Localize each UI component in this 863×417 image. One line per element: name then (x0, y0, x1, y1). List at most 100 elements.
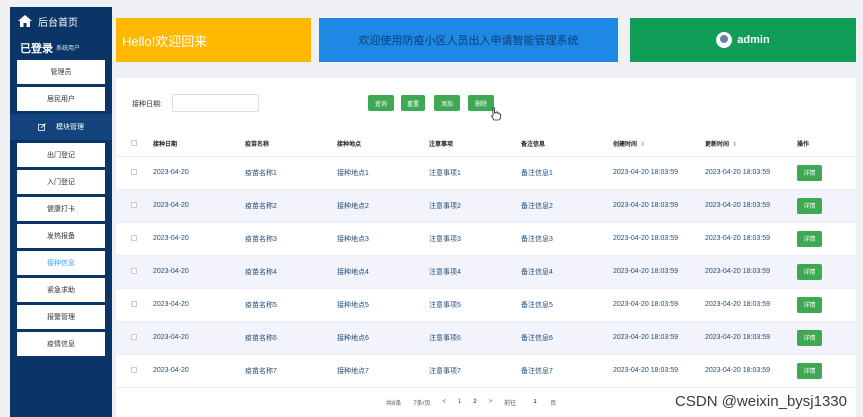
row-checkbox[interactable] (131, 268, 137, 275)
cell-created-time: 2023-04-20 18:03:59 (613, 156, 705, 190)
cell-notes: 注意事项7 (429, 354, 521, 388)
welcome-banner: 欢迎使用防疫小区人员出入申请智能管理系统 (319, 18, 618, 62)
home-label: 后台首页 (38, 17, 78, 29)
prev-page-button[interactable]: < (442, 399, 446, 405)
table-row: 2023-04-20 疫苗名称2 接种地点2 注意事项2 备注信息2 2023-04-20… (116, 189, 856, 223)
detail-button[interactable]: 详情 (797, 197, 822, 214)
sidebar-item-fever-report[interactable]: 发热报备 (17, 224, 105, 248)
sidebar-item-admin[interactable]: 管理员 (17, 60, 105, 84)
col-vaccination-date: 接种日期 (153, 131, 245, 157)
sidebar-group-modules[interactable]: 模块管理 (10, 114, 112, 140)
sidebar-item-health-checkin[interactable]: 健康打卡 (17, 197, 105, 221)
cell-vaccination-date: 2023-04-20 (153, 354, 245, 388)
row-checkbox[interactable] (131, 301, 137, 308)
row-checkbox[interactable] (131, 169, 137, 176)
sidebar-group-label: 模块管理 (56, 124, 84, 131)
cell-updated-time: 2023-04-20 18:03:59 (705, 255, 797, 289)
cell-vaccination-date: 2023-04-20 (153, 156, 245, 190)
sidebar-item-alarm[interactable]: 报警管理 (17, 305, 105, 329)
detail-button[interactable]: 详情 (797, 164, 822, 181)
sidebar-item-epidemic[interactable]: 疫情信息 (17, 332, 105, 356)
cell-updated-time: 2023-04-20 18:03:59 (705, 321, 797, 355)
cell-notes: 注意事项3 (429, 222, 521, 256)
row-checkbox[interactable] (131, 235, 137, 242)
table-row: 2023-04-20 疫苗名称3 接种地点3 注意事项3 备注信息3 2023-04-20… (116, 222, 856, 256)
detail-button[interactable]: 详情 (797, 296, 822, 313)
detail-button[interactable]: 详情 (797, 263, 822, 280)
user-role: 系统用户 (56, 46, 81, 52)
select-all-checkbox[interactable] (131, 139, 137, 146)
sidebar-home-link[interactable]: 后台首页 (10, 7, 112, 35)
cell-vaccination-date: 2023-04-20 (153, 321, 245, 355)
cell-vaccination-date: 2023-04-20 (153, 189, 245, 223)
cell-created-time: 2023-04-20 18:03:59 (613, 189, 705, 223)
page-2-button[interactable]: 2 (473, 399, 476, 405)
pagination: 共8条 7条/页 < 1 2 > 前往 页 (386, 395, 568, 409)
goto-page-input[interactable] (528, 396, 543, 408)
add-button[interactable]: 添加 (434, 95, 460, 111)
admin-banner[interactable]: admin (630, 18, 856, 62)
page-unit: 页 (550, 400, 557, 407)
cell-remarks: 备注信息2 (521, 189, 613, 223)
col-created-label: 创建时间 (613, 141, 638, 148)
cell-location: 接种地点6 (337, 321, 429, 355)
hello-banner: Hello!欢迎回来 (116, 18, 311, 62)
row-checkbox[interactable] (131, 334, 137, 341)
cell-remarks: 备注信息3 (521, 222, 613, 256)
sidebar: 后台首页 已登录 系统用户 管理员 居民用户 模块管理 出门登记 入门登记 健康… (10, 7, 112, 417)
col-updated-time[interactable]: 更新时间 ⇕ (705, 131, 797, 157)
edit-icon (38, 123, 46, 131)
query-button[interactable]: 查询 (368, 95, 394, 111)
cell-vaccine-name: 疫苗名称1 (245, 156, 337, 190)
col-vaccine-name: 疫苗名称 (245, 131, 337, 157)
cell-remarks: 备注信息6 (521, 321, 613, 355)
row-checkbox[interactable] (131, 367, 137, 374)
hello-text: Hello!欢迎回来 (122, 33, 208, 49)
row-checkbox[interactable] (131, 202, 137, 209)
col-location: 接种地点 (337, 131, 429, 157)
vaccination-date-input[interactable] (172, 94, 259, 112)
sidebar-item-entry-register[interactable]: 入门登记 (17, 170, 105, 194)
cell-vaccination-date: 2023-04-20 (153, 288, 245, 322)
sidebar-item-emergency[interactable]: 紧急求助 (17, 278, 105, 302)
sidebar-item-exit-register[interactable]: 出门登记 (17, 143, 105, 167)
cell-location: 接种地点2 (337, 189, 429, 223)
cell-location: 接种地点4 (337, 255, 429, 289)
cell-notes: 注意事项4 (429, 255, 521, 289)
admin-name: admin (737, 34, 770, 46)
sidebar-item-vaccination[interactable]: 接种信息 (17, 251, 105, 275)
user-info: 已登录 系统用户 (10, 35, 112, 60)
table-row: 2023-04-20 疫苗名称4 接种地点4 注意事项4 备注信息4 2023-04-20… (116, 255, 856, 289)
cell-notes: 注意事项2 (429, 189, 521, 223)
table-body: 2023-04-20 疫苗名称1 接种地点1 注意事项1 备注信息1 2023-04-20… (116, 156, 856, 388)
cell-updated-time: 2023-04-20 18:03:59 (705, 189, 797, 223)
page-size-select[interactable]: 7条/页 (413, 398, 430, 407)
cell-remarks: 备注信息4 (521, 255, 613, 289)
table-row: 2023-04-20 疫苗名称6 接种地点6 注意事项6 备注信息6 2023-04-20… (116, 321, 856, 355)
sidebar-item-residents[interactable]: 居民用户 (17, 87, 105, 111)
cell-vaccination-date: 2023-04-20 (153, 222, 245, 256)
detail-button[interactable]: 详情 (797, 329, 822, 346)
cell-notes: 注意事项1 (429, 156, 521, 190)
cell-location: 接种地点5 (337, 288, 429, 322)
cell-created-time: 2023-04-20 18:03:59 (613, 288, 705, 322)
sort-icon: ⇕ (732, 141, 738, 148)
goto-label: 前往 (504, 400, 517, 407)
page-1-button[interactable]: 1 (458, 399, 461, 405)
detail-button[interactable]: 详情 (797, 362, 822, 379)
cell-updated-time: 2023-04-20 18:03:59 (705, 288, 797, 322)
next-page-button[interactable]: > (489, 399, 493, 405)
watermark: CSDN @weixin_bysj1330 (675, 393, 847, 410)
detail-button[interactable]: 详情 (797, 230, 822, 247)
cell-updated-time: 2023-04-20 18:03:59 (705, 156, 797, 190)
cell-updated-time: 2023-04-20 18:03:59 (705, 354, 797, 388)
table-row: 2023-04-20 疫苗名称7 接种地点7 注意事项7 备注信息7 2023-04-20… (116, 354, 856, 388)
col-remarks: 备注信息 (521, 131, 613, 157)
cell-location: 接种地点3 (337, 222, 429, 256)
col-created-time[interactable]: 创建时间 ⇕ (613, 131, 705, 157)
home-icon (18, 15, 32, 27)
cell-remarks: 备注信息5 (521, 288, 613, 322)
reset-button[interactable]: 重置 (401, 95, 425, 111)
table-header-row: 接种日期 疫苗名称 接种地点 注意事项 备注信息 创建时间 ⇕ 更新时间 ⇕ 操作 (116, 131, 856, 157)
cell-vaccination-date: 2023-04-20 (153, 255, 245, 289)
